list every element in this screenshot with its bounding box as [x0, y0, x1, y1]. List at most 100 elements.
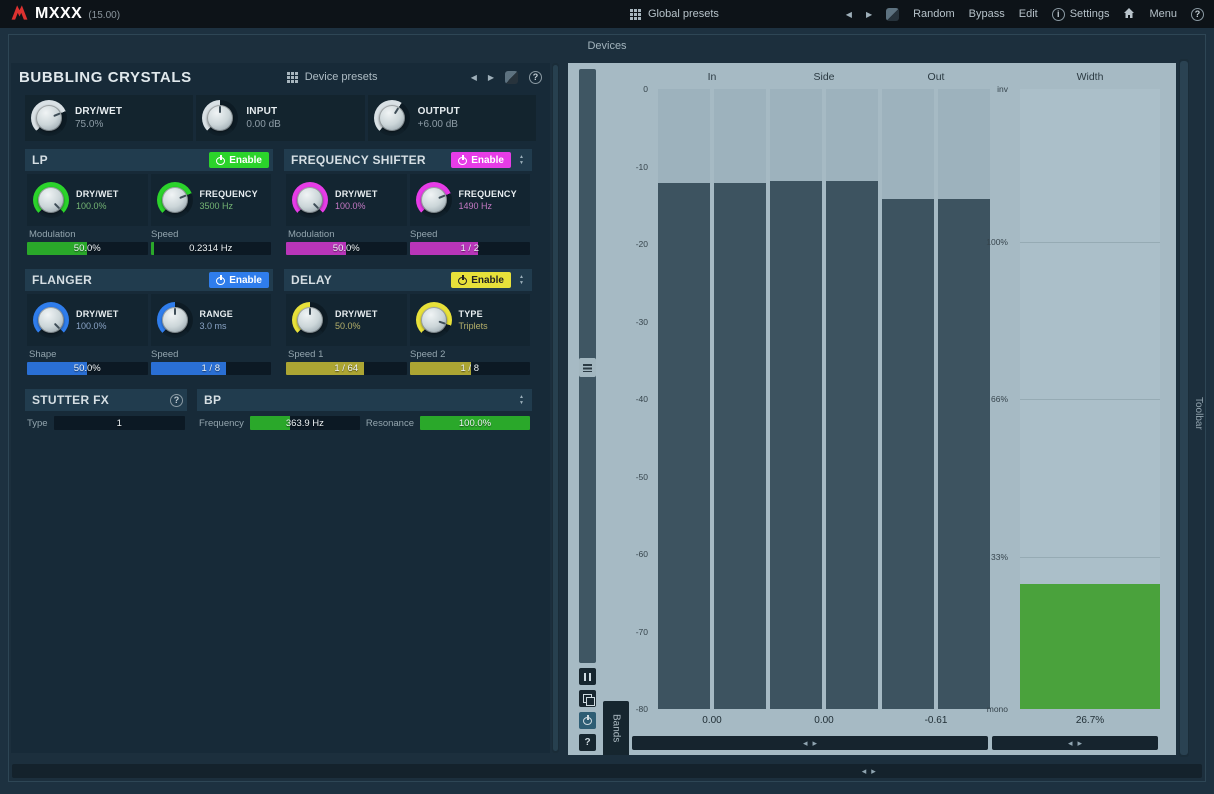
slider-value: 50.0% [27, 362, 148, 375]
shape-slider[interactable]: 50.0% [27, 362, 148, 375]
device-panel-header: BUBBLING CRYSTALS Device presets ◀ ▶ ? [11, 63, 550, 91]
modulation-slider[interactable]: 50.0% [27, 242, 148, 255]
spinner-down-icon: ▼ [519, 401, 524, 406]
preset-prev-button[interactable]: ◀ [846, 10, 852, 19]
dry-wet-knob[interactable] [292, 182, 328, 218]
width-scale: inv 100% 66% 33% mono [960, 89, 1014, 709]
width-meter[interactable] [1020, 89, 1160, 709]
width-tick: mono [987, 704, 1008, 714]
peak-value-in: 0.00 [658, 715, 766, 726]
type-knob[interactable] [416, 302, 452, 338]
enable-button[interactable]: Enable [451, 152, 511, 168]
frequency-slider[interactable]: 363.9 Hz [250, 416, 360, 430]
modulation-slider[interactable]: 50.0% [286, 242, 407, 255]
slider-label: Resonance [366, 418, 414, 429]
device-delay: DELAY Enable ▲ ▼ [284, 269, 532, 375]
preset-spinner[interactable]: ▲ ▼ [515, 395, 528, 406]
menu-button[interactable]: Menu [1149, 8, 1177, 20]
bottom-device-row: STUTTER FX ? Type 1 B [25, 389, 536, 430]
device-title: DELAY [291, 273, 447, 287]
speed1-slider[interactable]: 1 / 64 [286, 362, 407, 375]
speed-slider[interactable]: 0.2314 Hz [151, 242, 272, 255]
enable-button[interactable]: Enable [209, 272, 269, 288]
input-gain-knob[interactable] [202, 100, 238, 136]
width-tick: inv [997, 84, 1008, 94]
tab-bands[interactable]: Bands [603, 701, 629, 755]
knob-cell: RANGE3.0 ms [151, 294, 272, 346]
tab-devices[interactable]: Devices [587, 40, 626, 52]
device-presets-button[interactable]: Device presets [287, 71, 378, 83]
device-preset-prev-button[interactable]: ◀ [471, 73, 477, 82]
width-tick: 33% [991, 552, 1008, 562]
edit-button[interactable]: Edit [1019, 8, 1038, 20]
level-bar [882, 199, 934, 709]
device-panel-scrollbar[interactable] [552, 63, 559, 753]
ab-compare-icon[interactable] [886, 8, 899, 21]
frequency-knob[interactable] [416, 182, 452, 218]
device-help-button[interactable]: ? [529, 71, 542, 84]
knob-pointer [417, 183, 451, 217]
random-button[interactable]: Random [913, 8, 955, 20]
db-tick: 0 [643, 84, 648, 94]
output-gain-knob[interactable] [374, 100, 410, 136]
slider-value: 1 [54, 416, 185, 430]
tab-toolbar[interactable]: Toolbar [1193, 397, 1204, 435]
knob-label: DRY/WET [335, 309, 378, 319]
type-slider[interactable]: 1 [54, 416, 185, 430]
meter-power-button[interactable] [579, 712, 596, 729]
ab-compare-icon[interactable] [505, 71, 518, 84]
help-button[interactable]: ? [1191, 8, 1204, 21]
meter-column-side-r [826, 89, 878, 709]
slider-label: Speed 1 [286, 349, 408, 360]
bypass-button[interactable]: Bypass [969, 8, 1005, 20]
horizontal-scrollbar[interactable]: ◂ ▸ [12, 764, 1202, 778]
frequency-knob[interactable] [157, 182, 193, 218]
preset-spinner[interactable]: ▲ ▼ [515, 155, 528, 166]
enable-button[interactable]: Enable [451, 272, 511, 288]
speed-slider[interactable]: 1 / 8 [151, 362, 272, 375]
knob-pointer [417, 304, 450, 337]
settings-button[interactable]: i Settings [1052, 8, 1110, 21]
slider-value: 1 / 8 [151, 362, 272, 375]
device-stutter-fx: STUTTER FX ? Type 1 [25, 389, 187, 430]
enable-button[interactable]: Enable [209, 152, 269, 168]
preset-next-button[interactable]: ▶ [866, 10, 872, 19]
device-title: LP [32, 153, 205, 167]
knob-pointer [297, 307, 323, 333]
knob-label: DRY/WET [75, 106, 122, 117]
knob-value: Triplets [459, 321, 488, 331]
dry-wet-knob[interactable] [33, 302, 69, 338]
meter-help-button[interactable]: ? [579, 734, 596, 751]
preset-spinner[interactable]: ▲ ▼ [515, 275, 528, 286]
home-icon[interactable] [1123, 7, 1135, 22]
knob-value: 75.0% [75, 119, 122, 130]
width-meter-label: Width [1020, 71, 1160, 83]
help-glyph: ? [584, 737, 590, 748]
dry-wet-knob[interactable] [31, 100, 67, 136]
device-preset-next-button[interactable]: ▶ [488, 73, 494, 82]
meter-h-scrollbar[interactable]: ◂ ▸ [632, 736, 988, 750]
global-presets-button[interactable]: Global presets [630, 0, 719, 28]
slider-value: 363.9 Hz [250, 416, 360, 430]
device-help-button[interactable]: ? [170, 394, 183, 407]
speed2-slider[interactable]: 1 / 8 [410, 362, 531, 375]
knob-label: DRY/WET [335, 189, 378, 199]
vertical-scrollbar[interactable] [1179, 59, 1189, 757]
dry-wet-knob[interactable] [292, 302, 328, 338]
titlebar: MXXX (15.00) Global presets ◀ ▶ Random B… [0, 0, 1214, 28]
knob-cell: DRY/WET100.0% [286, 174, 407, 226]
dry-wet-knob[interactable] [33, 182, 69, 218]
knob-cell: FREQUENCY3500 Hz [151, 174, 272, 226]
meter-column-in-r [714, 89, 766, 709]
resonance-slider[interactable]: 100.0% [420, 416, 530, 430]
slider-value: 50.0% [27, 242, 148, 255]
enable-label: Enable [229, 155, 262, 166]
range-knob[interactable] [157, 302, 193, 338]
knob-cell: DRY/WET50.0% [286, 294, 407, 346]
speed-slider[interactable]: 1 / 2 [410, 242, 531, 255]
width-tick: 100% [986, 237, 1008, 247]
device-title: FREQUENCY SHIFTER [291, 153, 447, 167]
knob-pointer [32, 101, 66, 135]
width-h-scrollbar[interactable]: ◂ ▸ [992, 736, 1158, 750]
knob-pointer [158, 183, 192, 217]
